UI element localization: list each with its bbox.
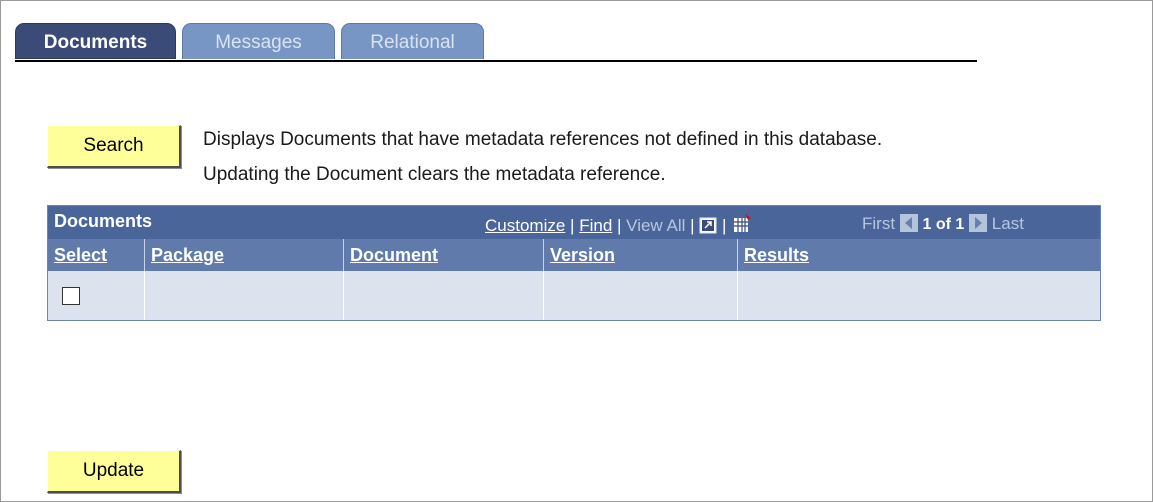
column-header-version[interactable]: Version — [544, 239, 738, 271]
first-link[interactable]: First — [862, 214, 895, 233]
nav-separator: | — [570, 216, 575, 235]
last-link[interactable]: Last — [992, 214, 1024, 233]
view-all-link[interactable]: View All — [626, 216, 685, 235]
cell-results — [738, 271, 1100, 320]
grid-column-header: Select Package Document Version Results — [48, 239, 1100, 271]
cell-select — [48, 271, 145, 320]
nav-separator: | — [722, 216, 727, 235]
prev-arrow-icon[interactable] — [899, 214, 918, 232]
cell-version — [544, 271, 738, 320]
find-link[interactable]: Find — [579, 216, 612, 235]
grid-nav-links: Customize | Find | View All | | — [485, 214, 753, 239]
grid-pagination: First 1 of 1 Last — [862, 214, 1024, 234]
column-header-results[interactable]: Results — [738, 239, 1100, 271]
tab-underline — [15, 60, 977, 62]
grid-title: Documents — [54, 211, 153, 231]
next-arrow-icon[interactable] — [969, 214, 988, 232]
customize-link[interactable]: Customize — [485, 216, 565, 235]
search-description-line1: Displays Documents that have metadata re… — [203, 129, 883, 150]
tab-documents[interactable]: Documents — [15, 23, 176, 59]
column-header-document[interactable]: Document — [344, 239, 544, 271]
select-checkbox[interactable] — [62, 287, 80, 305]
zoom-icon[interactable] — [699, 217, 717, 239]
download-icon[interactable] — [731, 214, 753, 239]
search-button[interactable]: Search — [47, 125, 181, 168]
tab-messages[interactable]: Messages — [182, 23, 335, 59]
column-header-package[interactable]: Package — [145, 239, 344, 271]
tab-relational[interactable]: Relational — [341, 23, 484, 59]
nav-separator: | — [690, 216, 695, 235]
table-row — [48, 271, 1100, 320]
update-button[interactable]: Update — [47, 450, 181, 493]
tab-bar: Documents Messages Relational — [15, 23, 977, 62]
search-description-line2: Updating the Document clears the metadat… — [203, 164, 666, 185]
nav-separator: | — [617, 216, 622, 235]
page-info: 1 of 1 — [922, 216, 965, 233]
cell-package — [145, 271, 344, 320]
cell-document — [344, 271, 544, 320]
column-header-select[interactable]: Select — [48, 239, 145, 271]
grid-title-bar: Documents Customize | Find | View All | … — [48, 206, 1100, 239]
documents-grid: Documents Customize | Find | View All | … — [47, 205, 1101, 321]
